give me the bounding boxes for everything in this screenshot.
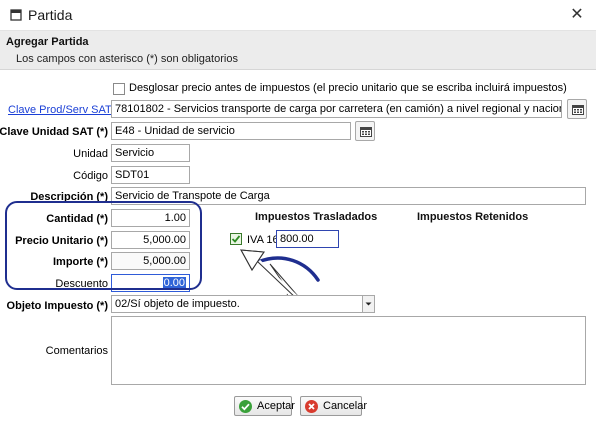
cancel-circle-icon	[305, 400, 318, 413]
clave-unidad-field[interactable]: E48 - Unidad de servicio	[111, 122, 351, 140]
aceptar-button[interactable]: Aceptar	[234, 396, 295, 416]
objeto-impuesto-label: Objeto Impuesto (*)	[6, 300, 108, 312]
section-subtitle: Los campos con asterisco (*) son obligat…	[16, 53, 238, 65]
check-circle-icon	[239, 400, 252, 413]
comentarios-label: Comentarios	[45, 345, 108, 357]
clave-unidad-label: Clave Unidad SAT (*)	[0, 126, 108, 138]
window-title: Partida	[28, 7, 73, 23]
objeto-impuesto-value: 02/Sí objeto de impuesto.	[115, 298, 240, 310]
desglosar-checkbox[interactable]	[113, 83, 125, 95]
unidad-label: Unidad	[73, 148, 108, 160]
clave-unidad-lookup-button[interactable]	[355, 121, 375, 141]
objeto-impuesto-dropdown-button[interactable]	[362, 296, 374, 312]
clave-prod-lookup-button[interactable]	[567, 99, 587, 119]
close-button[interactable]: ✕	[568, 6, 586, 24]
section-header: Agregar Partida Los campos con asterisco…	[0, 31, 596, 70]
button-bar	[0, 392, 596, 424]
impuestos-trasladados-header: Impuestos Trasladados	[255, 211, 378, 223]
clave-prod-field[interactable]: 78101802 - Servicios transporte de carga…	[111, 100, 562, 118]
clave-prod-label-link[interactable]: Clave Prod/Serv SAT (*)	[8, 104, 126, 116]
annotation-highlight-box	[5, 201, 202, 290]
objeto-impuesto-select[interactable]: 02/Sí objeto de impuesto.	[111, 295, 375, 313]
calendar-icon	[572, 105, 584, 115]
unidad-field[interactable]: Servicio	[111, 144, 190, 162]
chevron-down-icon	[365, 302, 372, 306]
desglosar-label: Desglosar precio antes de impuestos (el …	[129, 82, 567, 94]
section-title: Agregar Partida	[6, 36, 89, 48]
window-icon	[10, 9, 22, 21]
calendar-icon	[360, 127, 372, 137]
title-bar: Partida ✕	[0, 0, 596, 31]
comentarios-textarea[interactable]	[111, 316, 586, 385]
codigo-field[interactable]: SDT01	[111, 166, 190, 184]
cancelar-button[interactable]: Cancelar	[300, 396, 367, 416]
impuestos-retenidos-header: Impuestos Retenidos	[417, 211, 529, 223]
aceptar-label: Aceptar	[257, 400, 295, 412]
cancelar-label: Cancelar	[323, 400, 368, 412]
codigo-label: Código	[73, 170, 108, 182]
